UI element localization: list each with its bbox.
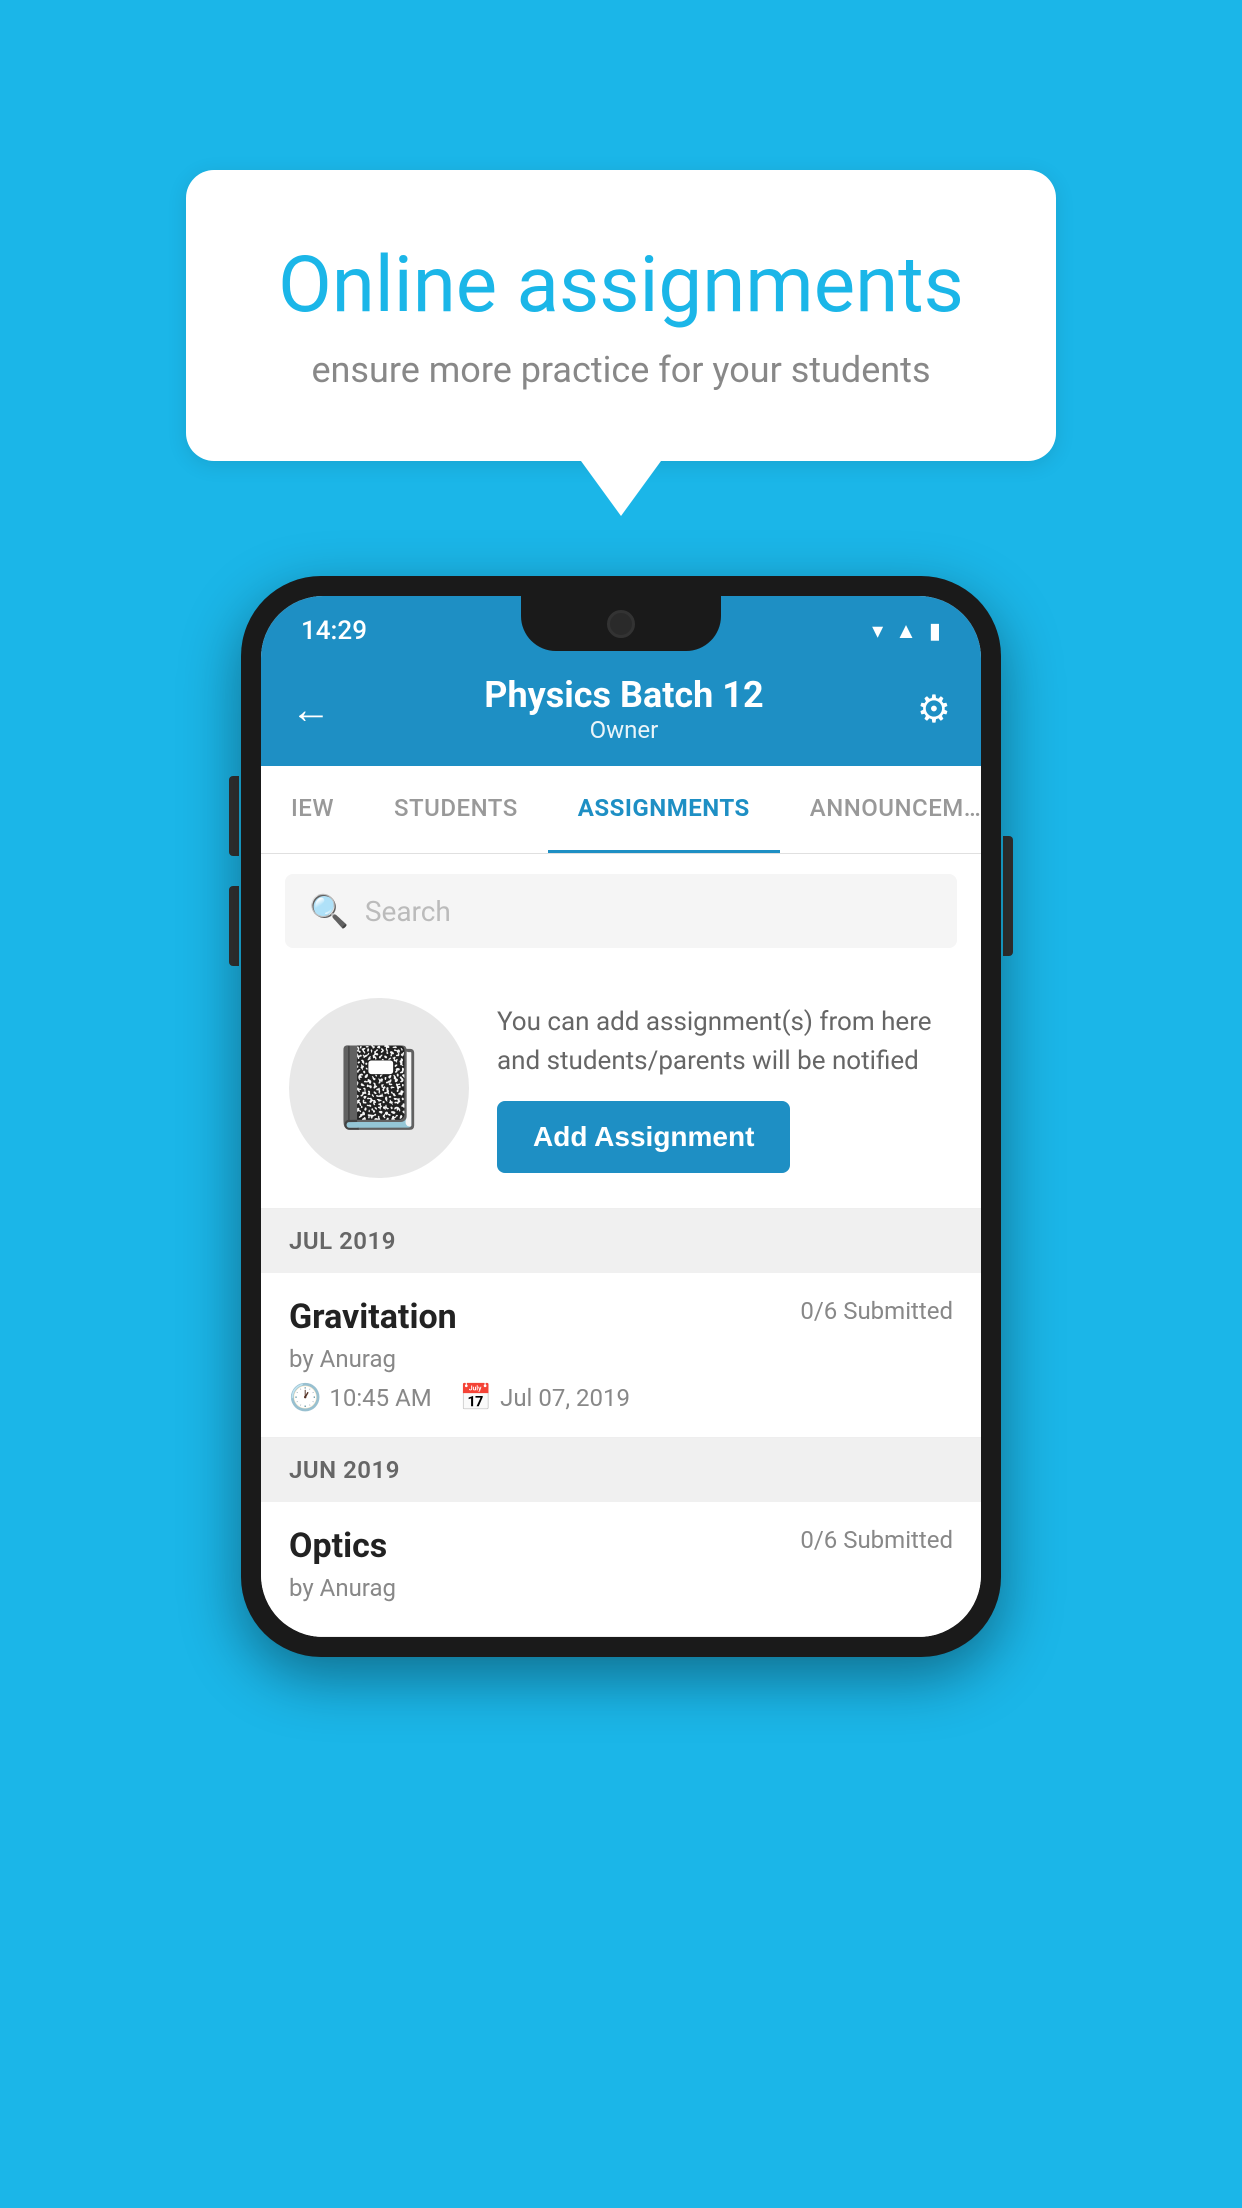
add-assignment-button[interactable]: Add Assignment xyxy=(497,1101,790,1173)
assignment-submitted-gravitation: 0/6 Submitted xyxy=(800,1297,953,1325)
volume-down-button xyxy=(229,886,239,966)
notebook-icon: 📓 xyxy=(329,1041,429,1135)
assignment-title-optics: Optics xyxy=(289,1526,387,1566)
meta-time-gravitation: 🕐 10:45 AM xyxy=(289,1383,432,1413)
search-container: 🔍 Search xyxy=(261,854,981,968)
section-header-jun: JUN 2019 xyxy=(261,1438,981,1502)
calendar-icon: 📅 xyxy=(460,1383,492,1413)
phone-outer: 14:29 ▾ ▲ ▮ ← Physics Batch 12 Owner ⚙ I… xyxy=(241,576,1001,1657)
speech-bubble-subtitle: ensure more practice for your students xyxy=(266,349,976,391)
assignment-item-optics[interactable]: Optics 0/6 Submitted by Anurag xyxy=(261,1502,981,1637)
tab-students[interactable]: STUDENTS xyxy=(364,766,548,853)
clock-icon: 🕐 xyxy=(289,1383,321,1413)
promo-icon-circle: 📓 xyxy=(289,998,469,1178)
tab-iew[interactable]: IEW xyxy=(261,766,364,853)
header-subtitle: Owner xyxy=(484,716,763,744)
assignment-author-gravitation: by Anurag xyxy=(289,1345,953,1373)
back-button[interactable]: ← xyxy=(291,686,331,733)
settings-button[interactable]: ⚙ xyxy=(917,687,951,732)
battery-icon: ▮ xyxy=(929,619,941,644)
wifi-icon: ▾ xyxy=(872,619,883,644)
tab-assignments[interactable]: ASSIGNMENTS xyxy=(548,766,780,853)
speech-bubble: Online assignments ensure more practice … xyxy=(186,170,1056,461)
meta-date-gravitation: 📅 Jul 07, 2019 xyxy=(460,1383,630,1413)
phone-screen: 14:29 ▾ ▲ ▮ ← Physics Batch 12 Owner ⚙ I… xyxy=(261,596,981,1637)
header-title: Physics Batch 12 xyxy=(484,674,763,716)
phone-wrapper: 14:29 ▾ ▲ ▮ ← Physics Batch 12 Owner ⚙ I… xyxy=(241,576,1001,1657)
assignment-item-gravitation[interactable]: Gravitation 0/6 Submitted by Anurag 🕐 10… xyxy=(261,1273,981,1438)
front-camera xyxy=(607,610,635,638)
assignment-meta-gravitation: 🕐 10:45 AM 📅 Jul 07, 2019 xyxy=(289,1383,953,1413)
speech-bubble-title: Online assignments xyxy=(266,240,976,331)
section-header-jul: JUL 2019 xyxy=(261,1209,981,1273)
search-bar[interactable]: 🔍 Search xyxy=(285,874,957,948)
assignment-date-gravitation: Jul 07, 2019 xyxy=(500,1384,630,1412)
assignment-submitted-optics: 0/6 Submitted xyxy=(800,1526,953,1554)
status-time: 14:29 xyxy=(301,616,367,646)
signal-icon: ▲ xyxy=(895,618,917,644)
speech-bubble-container: Online assignments ensure more practice … xyxy=(186,170,1056,516)
tabs-container: IEW STUDENTS ASSIGNMENTS ANNOUNCEM… xyxy=(261,766,981,854)
assignment-row1-optics: Optics 0/6 Submitted xyxy=(289,1526,953,1566)
promo-content: You can add assignment(s) from here and … xyxy=(497,1003,953,1173)
speech-bubble-arrow xyxy=(581,461,661,516)
status-icons: ▾ ▲ ▮ xyxy=(872,618,941,644)
phone-notch xyxy=(521,596,721,651)
power-button xyxy=(1003,836,1013,956)
header-title-area: Physics Batch 12 Owner xyxy=(484,674,763,744)
volume-up-button xyxy=(229,776,239,856)
tab-announcements[interactable]: ANNOUNCEM… xyxy=(780,766,981,853)
search-placeholder: Search xyxy=(365,895,451,928)
assignment-author-optics: by Anurag xyxy=(289,1574,953,1602)
assignment-title-gravitation: Gravitation xyxy=(289,1297,457,1337)
add-assignment-promo: 📓 You can add assignment(s) from here an… xyxy=(261,968,981,1209)
search-icon: 🔍 xyxy=(309,892,349,930)
app-header: ← Physics Batch 12 Owner ⚙ xyxy=(261,656,981,766)
assignment-time-gravitation: 10:45 AM xyxy=(329,1384,431,1412)
promo-text: You can add assignment(s) from here and … xyxy=(497,1003,953,1081)
assignment-row1: Gravitation 0/6 Submitted xyxy=(289,1297,953,1337)
